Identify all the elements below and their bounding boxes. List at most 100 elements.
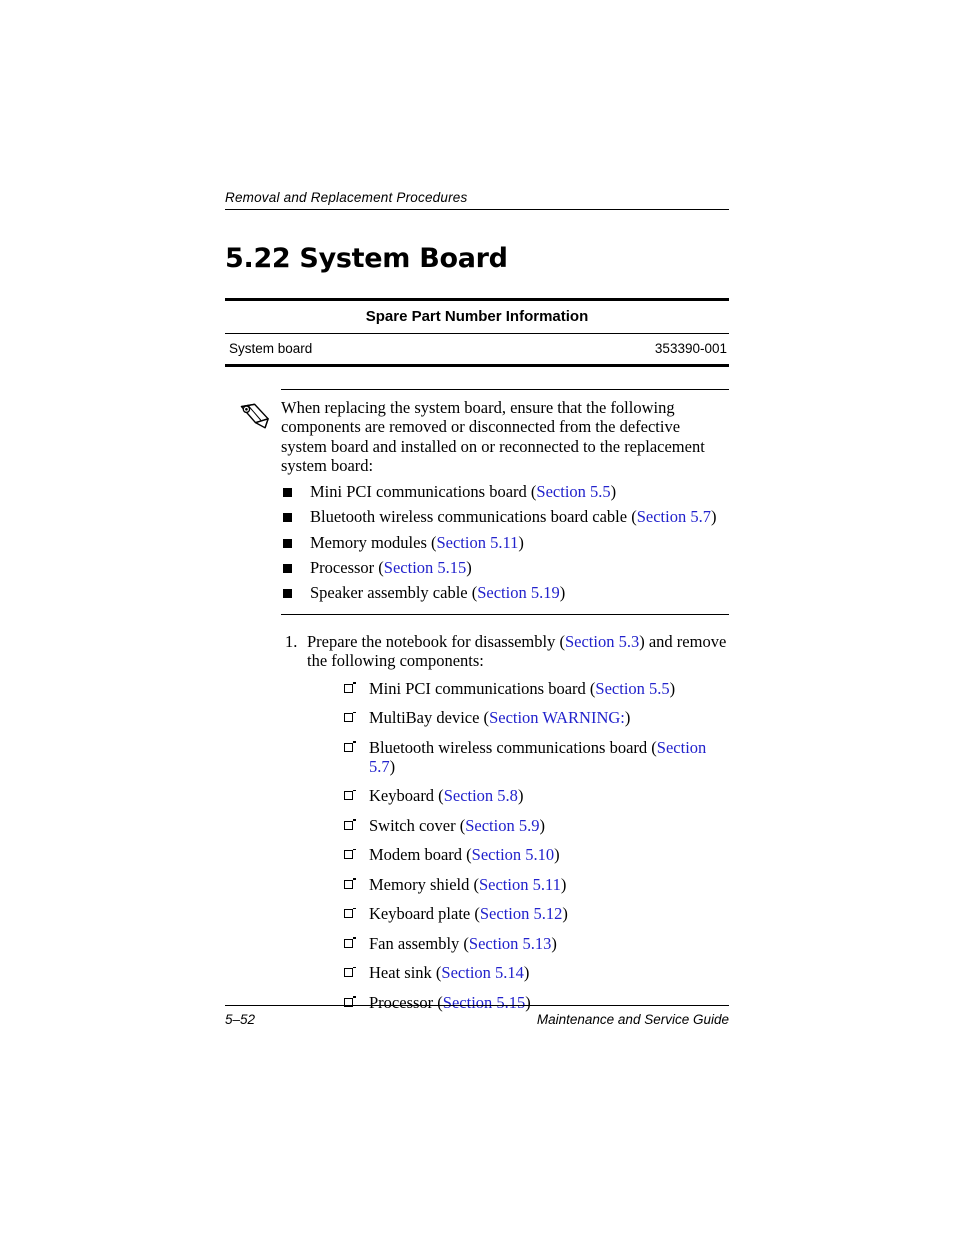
note-text: When replacing the system board, ensure … [281,398,705,475]
list-item-label: Mini PCI communications board ( [310,482,537,502]
list-item-tail: ) [710,507,717,527]
procedure-steps: 1. Prepare the notebook for disassembly (… [225,632,729,1013]
note-item-list: Mini PCI communications board (Section 5… [281,482,729,602]
page-number: 5–52 [225,1012,256,1027]
section-link[interactable]: Section 5.7 [637,507,711,526]
list-item-label: Keyboard plate ( [369,904,480,924]
list-item-label: Bluetooth wireless communications board … [310,507,637,527]
list-item: Bluetooth wireless communications board … [342,738,729,777]
list-item: MultiBay device (Section WARNING:) [342,708,729,727]
footer-row: 5–52 Maintenance and Service Guide [225,1006,729,1027]
running-header: Removal and Replacement Procedures [225,190,468,205]
list-item-tail: ) [466,558,472,578]
open-square-bullet-icon [344,819,356,830]
section-number: 5.22 [225,243,291,274]
list-item: Keyboard (Section 5.8) [342,786,729,805]
list-item-tail: ) [669,678,676,698]
list-item: Mini PCI communications board (Section 5… [342,679,729,698]
step-sub-list: Mini PCI communications board (Section 5… [307,679,729,1013]
open-square-bullet-icon [344,907,356,919]
open-square-bullet-icon [344,741,356,752]
filled-square-bullet-icon [283,538,292,548]
table-header-label: Spare Part Number Information [365,308,589,325]
list-item-label: Processor ( [310,558,384,578]
note-body: When replacing the system board, ensure … [225,390,729,614]
table-cell-part-name: System board [229,341,313,356]
list-item: Memory shield (Section 5.11) [342,875,729,894]
page-content: Removal and Replacement Procedures 5.22 S… [225,190,729,1022]
list-item-label: Memory modules ( [310,532,437,552]
filled-square-bullet-icon [283,513,292,523]
section-link[interactable]: Section 5.13 [469,934,552,953]
list-item: Bluetooth wireless communications board … [281,507,729,526]
list-item-label: Mini PCI communications board ( [369,678,596,698]
pencil-note-icon [237,402,273,430]
list-item: Keyboard plate (Section 5.12) [342,904,729,923]
open-square-bullet-icon [344,848,356,860]
section-link[interactable]: Section 5.9 [465,816,539,835]
filled-square-bullet-icon [283,589,292,599]
step-text-before: Prepare the notebook for disassembly ( [307,631,565,651]
spare-part-table: Spare Part Number Information System boa… [225,298,729,367]
open-square-bullet-icon [344,682,356,693]
section-link[interactable]: Section 5.11 [479,875,561,894]
open-square-bullet-icon [344,966,356,978]
section-link[interactable]: Section 5.5 [536,482,610,501]
list-item-label: Keyboard ( [369,786,444,806]
page-title: 5.22 System Board [225,243,729,274]
section-link[interactable]: Section 5.10 [472,845,555,864]
filled-square-bullet-icon [283,564,292,574]
list-item-tail: ) [560,874,567,894]
list-item-label: Fan assembly ( [369,933,469,953]
step-item: 1. Prepare the notebook for disassembly (… [285,632,729,1013]
open-square-bullet-icon [344,937,356,948]
guide-title: Maintenance and Service Guide [536,1012,729,1027]
section-link[interactable]: Section 5.15 [384,558,467,577]
list-item: Memory modules (Section 5.11) [281,533,729,552]
list-item-tail: ) [518,532,524,552]
section-link[interactable]: Section 5.14 [441,963,524,982]
list-item-tail: ) [551,933,557,953]
open-square-bullet-icon [344,789,356,801]
section-link[interactable]: Section WARNING: [489,708,625,727]
list-item: Fan assembly (Section 5.13) [342,934,729,953]
page-footer: 5–52 Maintenance and Service Guide [225,1005,729,1027]
section-link[interactable]: Section 5.12 [480,904,563,923]
list-item: Mini PCI communications board (Section 5… [281,482,729,501]
filled-square-bullet-icon [283,488,292,498]
list-item: Heat sink (Section 5.14) [342,963,729,982]
section-title-text: System Board [299,243,508,274]
note-callout: When replacing the system board, ensure … [225,389,729,615]
list-item-label: Switch cover ( [369,815,466,835]
running-header-rule [225,209,729,210]
list-item-label: Speaker assembly cable ( [310,583,478,603]
list-item: Modem board (Section 5.10) [342,845,729,864]
table-cell-part-number: 353390-001 [654,341,727,356]
list-item-label: Modem board ( [369,845,472,865]
list-item-tail: ) [539,815,545,835]
open-square-bullet-icon [344,878,356,889]
step-number: 1. [285,631,298,651]
list-item-label: Heat sink ( [369,963,442,983]
table-bottom-rule [225,364,729,367]
list-item-tail: ) [559,583,566,603]
table-row: System board 353390-001 [225,334,729,364]
list-item-label: Memory shield ( [369,874,479,894]
section-link[interactable]: Section 5.11 [436,533,518,552]
section-link[interactable]: Section 5.8 [444,786,518,805]
list-item: Processor (Section 5.15) [281,558,729,577]
section-link[interactable]: Section 5.19 [477,583,560,602]
list-item-tail: ) [523,963,530,983]
list-item-label: Bluetooth wireless communications board … [369,737,657,757]
note-bottom-rule-wrap [225,613,729,615]
section-link[interactable]: Section 5.5 [595,679,669,698]
note-bottom-rule [281,613,729,615]
list-item-tail: ) [517,786,524,806]
open-square-bullet-icon [344,711,356,723]
list-item-tail: ) [554,845,560,865]
list-item-tail: ) [562,904,568,924]
list-item: Switch cover (Section 5.9) [342,816,729,835]
list-item: Speaker assembly cable (Section 5.19) [281,583,729,602]
list-item-tail: ) [610,482,617,502]
section-link[interactable]: Section 5.3 [565,632,639,651]
